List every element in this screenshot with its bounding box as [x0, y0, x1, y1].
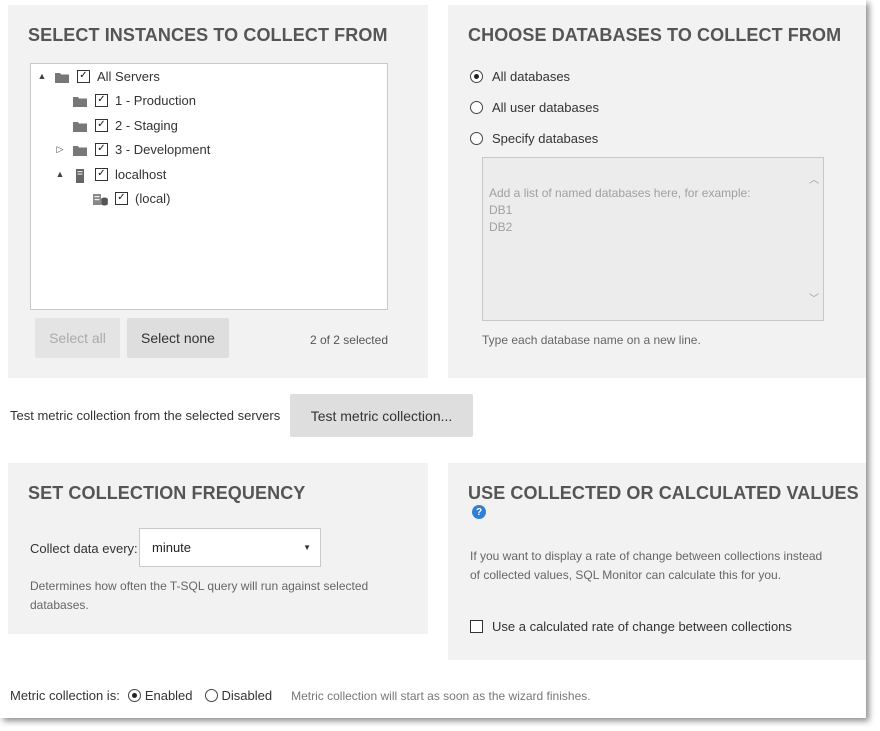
frequency-select[interactable]: minute ▼ — [139, 528, 321, 567]
tree-item-production[interactable]: ✓ 1 - Production — [73, 90, 196, 110]
scroll-up-icon[interactable]: ︿ — [809, 172, 819, 189]
instance-tree[interactable]: ▲ ✓ All Servers ✓ 1 - Production ✓ 2 - S… — [30, 63, 388, 310]
tree-item-local[interactable]: ✓ (local) — [93, 188, 170, 208]
folder-icon — [73, 144, 87, 156]
enabled-radio[interactable] — [127, 689, 141, 702]
checkbox[interactable]: ✓ — [95, 93, 108, 107]
checkbox[interactable]: ✓ — [95, 118, 108, 132]
sql-instance-icon — [93, 193, 108, 205]
enabled-label[interactable]: Enabled — [145, 688, 193, 703]
dropdown-caret-icon: ▼ — [303, 543, 311, 552]
test-metric-collection-button[interactable]: Test metric collection... — [290, 394, 473, 437]
frequency-title: SET COLLECTION FREQUENCY — [28, 483, 306, 503]
database-hint: Type each database name on a new line. — [482, 333, 701, 347]
frequency-hint: Determines how often the T-SQL query wil… — [30, 579, 369, 612]
test-label: Test metric collection from the selected… — [10, 408, 281, 423]
databases-title: CHOOSE DATABASES TO COLLECT FROM — [468, 25, 842, 45]
radio-button[interactable] — [470, 70, 483, 83]
server-icon — [73, 168, 87, 183]
frequency-panel: SET COLLECTION FREQUENCY Collect data ev… — [8, 463, 428, 634]
status-label: Metric collection is: — [10, 688, 120, 703]
collapse-arrow-icon[interactable]: ▲ — [55, 169, 65, 179]
values-description: If you want to display a rate of change … — [470, 549, 823, 582]
tree-item-localhost[interactable]: ▲ ✓ localhost — [55, 164, 166, 184]
values-title: USE COLLECTED OR CALCULATED VALUES — [468, 483, 859, 503]
calculated-rate-option[interactable]: Use a calculated rate of change between … — [470, 619, 792, 634]
tree-item-all-servers[interactable]: ▲ ✓ All Servers — [37, 66, 160, 86]
radio-all-user-databases[interactable]: All user databases — [470, 100, 599, 115]
select-all-button[interactable]: Select all — [35, 318, 120, 358]
textarea-placeholder: Add a list of named databases here, for … — [489, 186, 751, 234]
collapse-arrow-icon[interactable]: ▲ — [37, 71, 47, 81]
frequency-label: Collect data every: — [30, 541, 138, 556]
tree-item-label: All Servers — [97, 68, 160, 84]
database-list-textarea[interactable]: Add a list of named databases here, for … — [482, 157, 824, 321]
selected-count: 2 of 2 selected — [309, 333, 388, 347]
values-panel: USE COLLECTED OR CALCULATED VALUES ? If … — [448, 463, 866, 660]
disabled-radio[interactable] — [204, 689, 218, 702]
scroll-down-icon[interactable]: ﹀ — [809, 291, 819, 308]
expand-arrow-icon[interactable]: ▷ — [55, 144, 65, 154]
radio-label: All databases — [492, 69, 571, 84]
select-none-button[interactable]: Select none — [127, 318, 229, 358]
tree-item-label: 1 - Production — [115, 92, 196, 108]
radio-all-databases[interactable]: All databases — [470, 69, 570, 84]
checkbox[interactable]: ✓ — [77, 69, 90, 83]
folder-icon — [73, 95, 87, 107]
radio-button[interactable] — [470, 101, 483, 114]
frequency-value: minute — [152, 540, 192, 555]
wizard-frame: SELECT INSTANCES TO COLLECT FROM ▲ ✓ All… — [0, 0, 866, 718]
checkbox[interactable]: ✓ — [95, 142, 108, 156]
radio-label: Specify databases — [492, 131, 599, 146]
tree-item-staging[interactable]: ✓ 2 - Staging — [73, 115, 178, 135]
checkbox-label: Use a calculated rate of change between … — [492, 619, 792, 634]
help-icon[interactable]: ? — [472, 505, 486, 519]
folder-icon — [55, 71, 69, 83]
radio-button[interactable] — [470, 132, 483, 145]
checkbox[interactable]: ✓ — [95, 167, 108, 181]
instances-panel: SELECT INSTANCES TO COLLECT FROM ▲ ✓ All… — [8, 5, 428, 378]
tree-item-label: localhost — [115, 166, 167, 182]
status-note: Metric collection will start as soon as … — [291, 688, 591, 703]
databases-panel: CHOOSE DATABASES TO COLLECT FROM All dat… — [448, 5, 866, 378]
tree-item-label: 2 - Staging — [115, 117, 178, 133]
disabled-label[interactable]: Disabled — [222, 688, 273, 703]
radio-specify-databases[interactable]: Specify databases — [470, 131, 598, 146]
folder-icon — [73, 120, 87, 132]
tree-item-development[interactable]: ▷ ✓ 3 - Development — [55, 139, 211, 159]
tree-item-label: (local) — [135, 190, 171, 206]
checkbox[interactable] — [470, 620, 483, 633]
collection-status-row: Metric collection is: Enabled Disabled M… — [10, 688, 591, 703]
tree-item-label: 3 - Development — [115, 141, 211, 157]
checkbox[interactable]: ✓ — [115, 191, 128, 205]
radio-label: All user databases — [492, 100, 599, 115]
instances-title: SELECT INSTANCES TO COLLECT FROM — [28, 25, 388, 45]
